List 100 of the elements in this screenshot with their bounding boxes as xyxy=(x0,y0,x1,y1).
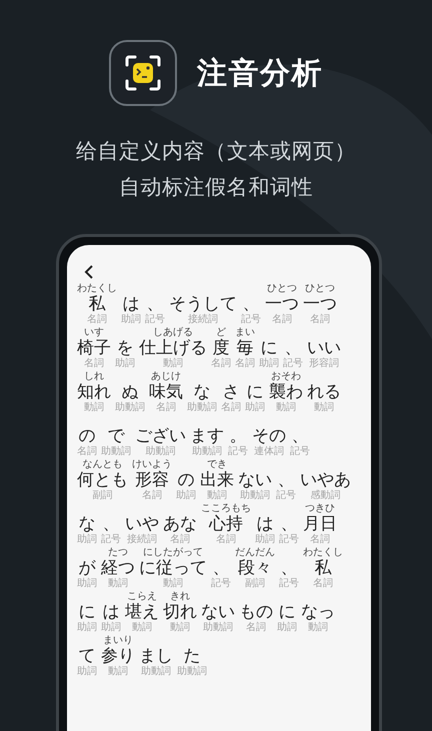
part-of-speech-label: 助動詞 xyxy=(177,666,207,678)
part-of-speech-label: 記号 xyxy=(241,314,261,326)
furigana-reading: こらえ xyxy=(127,591,157,602)
word-token: で xyxy=(108,426,124,446)
furigana-reading: わたくし xyxy=(77,283,117,294)
furigana-reading: まい xyxy=(235,327,255,338)
word-token: ます xyxy=(190,426,224,446)
furigana-reading: ど xyxy=(216,327,226,338)
word-token: に xyxy=(260,338,278,358)
word-token: の xyxy=(178,470,194,490)
word-token: 一つ xyxy=(303,294,337,314)
part-of-speech-label: 名詞 xyxy=(235,358,255,370)
word-token: いい xyxy=(307,338,341,358)
part-of-speech-label: 助詞 xyxy=(121,314,141,326)
word-token: 段々 xyxy=(238,558,272,578)
part-of-speech-label: 助詞 xyxy=(176,490,196,502)
part-of-speech-label: 形容詞 xyxy=(309,358,339,370)
word-token: 、 xyxy=(212,558,230,578)
back-icon[interactable] xyxy=(83,265,95,279)
word-token: 知れ xyxy=(77,382,111,402)
part-of-speech-label: 名詞 xyxy=(272,314,292,326)
part-of-speech-label: 接続詞 xyxy=(188,314,218,326)
part-of-speech-label: 動詞 xyxy=(84,402,104,414)
word-token: あな xyxy=(163,514,197,534)
part-of-speech-label: 助詞 xyxy=(77,578,97,590)
part-of-speech-label: 名詞 xyxy=(313,578,333,590)
word-token: その xyxy=(252,426,286,446)
word-token: た xyxy=(184,646,200,666)
word-token: が xyxy=(78,558,96,578)
word-token: ござい xyxy=(135,426,186,446)
word-token: を xyxy=(116,338,134,358)
word-token: いや xyxy=(125,514,159,534)
subtitle-line: 给自定义内容（文本或网页） xyxy=(76,138,356,165)
furigana-reading: あじけ xyxy=(151,371,181,382)
part-of-speech-label: 感動詞 xyxy=(310,490,340,502)
part-of-speech-label: 助詞 xyxy=(277,622,297,634)
part-of-speech-label: 動詞 xyxy=(314,402,334,414)
part-of-speech-label: 名詞 xyxy=(84,358,104,370)
furigana-reading: ひとつ xyxy=(305,283,335,294)
part-of-speech-label: 助詞 xyxy=(255,534,275,546)
word-token: 切れ xyxy=(163,602,197,622)
part-of-speech-label: 助詞 xyxy=(77,534,97,546)
word-token: に xyxy=(246,382,264,402)
part-of-speech-label: 動詞 xyxy=(108,578,128,590)
word-token: は xyxy=(122,294,140,314)
subtitle-line: 自动标注假名和词性 xyxy=(119,174,313,200)
part-of-speech-label: 連体詞 xyxy=(254,446,284,458)
word-token: な xyxy=(194,382,210,402)
part-of-speech-label: 助詞 xyxy=(259,358,279,370)
part-of-speech-label: 記号 xyxy=(290,446,310,458)
part-of-speech-label: 名詞 xyxy=(310,534,330,546)
word-token: 参り xyxy=(101,646,135,666)
furigana-reading: だんだん xyxy=(235,547,275,558)
word-token: もの xyxy=(239,602,273,622)
word-token: れる xyxy=(307,382,341,402)
part-of-speech-label: 名詞 xyxy=(310,314,330,326)
part-of-speech-label: 動詞 xyxy=(132,622,152,634)
word-token: 度 xyxy=(212,338,230,358)
word-token: 一つ xyxy=(265,294,299,314)
word-token: 襲わ xyxy=(269,382,303,402)
word-token: て xyxy=(78,646,96,666)
part-of-speech-label: 動詞 xyxy=(308,622,328,634)
part-of-speech-label: 助詞 xyxy=(101,622,121,634)
part-of-speech-label: 記号 xyxy=(283,358,303,370)
part-of-speech-label: 名詞 xyxy=(142,490,162,502)
part-of-speech-label: 助詞 xyxy=(245,402,265,414)
part-of-speech-label: 名詞 xyxy=(246,622,266,634)
furigana-reading: にしたがって xyxy=(143,547,203,558)
furigana-reading: けいよう xyxy=(132,459,172,470)
word-token: 椅子 xyxy=(77,338,111,358)
part-of-speech-label: 名詞 xyxy=(216,534,236,546)
part-of-speech-label: 助動詞 xyxy=(146,446,176,458)
word-token: 、 xyxy=(102,514,120,534)
part-of-speech-label: 助動詞 xyxy=(203,622,233,634)
part-of-speech-label: 記号 xyxy=(101,534,121,546)
word-token: ぬ xyxy=(122,382,138,402)
part-of-speech-label: 動詞 xyxy=(163,578,183,590)
part-of-speech-label: 助詞 xyxy=(77,622,97,634)
word-token: 私 xyxy=(314,558,332,578)
furigana-reading: ひとつ xyxy=(267,283,297,294)
part-of-speech-label: 名詞 xyxy=(87,314,107,326)
word-token: 、 xyxy=(280,514,298,534)
word-token: 、 xyxy=(292,426,308,446)
furigana-reading: しあげる xyxy=(153,327,193,338)
word-token: なっ xyxy=(301,602,335,622)
furigana-reading: しれ xyxy=(84,371,104,382)
word-token: 、 xyxy=(280,558,298,578)
part-of-speech-label: 助詞 xyxy=(115,358,135,370)
part-of-speech-label: 接続詞 xyxy=(127,534,157,546)
word-token: 堪え xyxy=(125,602,159,622)
part-of-speech-label: 記号 xyxy=(211,578,231,590)
part-of-speech-label: 助動詞 xyxy=(192,446,222,458)
part-of-speech-label: 名詞 xyxy=(77,446,97,458)
word-token: な xyxy=(78,514,96,534)
furigana-reading: わたくし xyxy=(303,547,343,558)
furigana-reading: おそわ xyxy=(271,371,301,382)
part-of-speech-label: 記号 xyxy=(228,446,248,458)
word-token: 、 xyxy=(284,338,302,358)
word-token: 仕上げる xyxy=(139,338,207,358)
part-of-speech-label: 副詞 xyxy=(245,578,265,590)
